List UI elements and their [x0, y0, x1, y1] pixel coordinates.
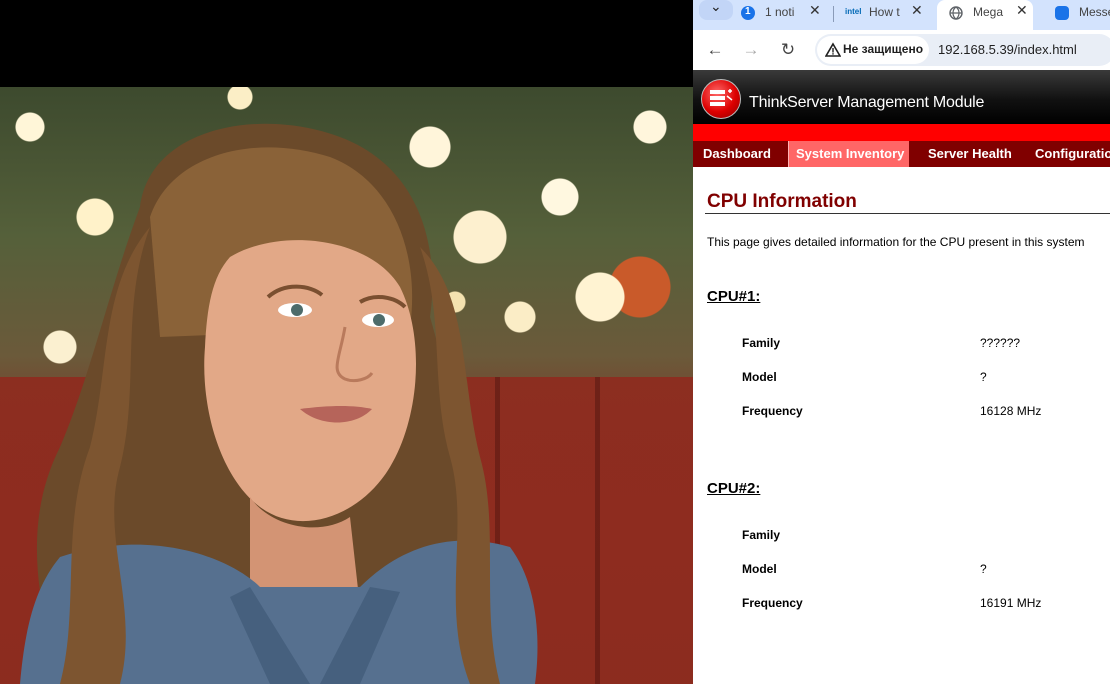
cpu-field-label: Model: [742, 562, 777, 576]
forward-arrow-icon[interactable]: →: [739, 38, 763, 62]
nav-server-health[interactable]: Server Health: [928, 141, 1012, 167]
cpu-field-value: 16191 MHz: [980, 596, 1042, 610]
chat-icon: [1055, 6, 1069, 20]
address-bar[interactable]: Не защищено 192.168.5.39/index.html: [815, 34, 1110, 66]
tab-divider: [833, 6, 834, 22]
tab-label: 1 noti: [765, 5, 795, 19]
intel-icon: intel: [845, 7, 862, 18]
back-arrow-icon[interactable]: ←: [703, 38, 727, 62]
tab-mega[interactable]: Mega ✕: [937, 0, 1033, 30]
tab-search-button[interactable]: ⌄: [699, 0, 733, 20]
cpu-field-label: Family: [742, 528, 781, 542]
app-title: ThinkServer Management Module: [749, 94, 985, 111]
cpu-field-label: Frequency: [742, 596, 803, 610]
reload-icon[interactable]: ↻: [776, 38, 800, 62]
intel-logo-text: intel: [845, 7, 862, 16]
page-content: ThinkServer Management Module Dashboard …: [693, 70, 1110, 684]
chevron-down-icon: ⌄: [710, 0, 722, 14]
app-header: ThinkServer Management Module: [693, 70, 1110, 124]
video-player[interactable]: [0, 0, 693, 684]
cpu-field-label: Frequency: [742, 404, 803, 418]
url-text[interactable]: 192.168.5.39/index.html: [938, 42, 1077, 57]
cpu-heading: CPU#2:: [707, 480, 761, 497]
title-divider: [705, 213, 1110, 214]
cpu-field-value: ??????: [980, 336, 1021, 350]
cpu-field-label: Model: [742, 370, 777, 384]
close-icon[interactable]: ✕: [1016, 2, 1028, 19]
cpu-field-label: Family: [742, 336, 781, 350]
page-title: CPU Information: [707, 191, 857, 212]
tab-intel[interactable]: intel How t ✕: [845, 0, 927, 26]
close-icon[interactable]: ✕: [911, 2, 923, 19]
cpu-field-value: ?: [980, 370, 987, 384]
close-icon[interactable]: ✕: [809, 2, 821, 19]
tab-badge-count: 1: [745, 6, 751, 17]
nav-configuration[interactable]: Configuration: [1035, 141, 1110, 167]
header-accent-bar: [693, 124, 1110, 141]
main-nav: Dashboard System Inventory Server Health…: [693, 141, 1110, 167]
server-logo-icon: [701, 79, 741, 119]
nav-dashboard[interactable]: Dashboard: [703, 141, 771, 167]
tab-notifications[interactable]: 1 1 noti ✕: [741, 0, 823, 26]
globe-icon: [949, 6, 963, 20]
warning-triangle-icon: [825, 42, 841, 57]
notification-badge-icon: 1: [741, 6, 755, 20]
tab-label: How t: [869, 5, 900, 19]
security-status: Не защищено: [843, 42, 924, 56]
tab-label: Mega: [973, 5, 1004, 19]
video-frame[interactable]: [0, 87, 693, 684]
woman-portrait-image: [20, 123, 538, 684]
cpu-heading: CPU#1:: [707, 288, 761, 305]
page-description: This page gives detailed information for…: [707, 235, 1085, 249]
tab-label: Messe: [1079, 5, 1110, 19]
nav-system-inventory[interactable]: System Inventory: [788, 141, 909, 167]
browser-window: ⌄ 1 1 noti ✕ intel How t ✕ Mega ✕ Messe: [693, 0, 1110, 684]
tab-strip: ⌄ 1 1 noti ✕ intel How t ✕ Mega ✕ Messe: [693, 0, 1110, 30]
cpu-field-value: ?: [980, 562, 987, 576]
cpu-field-value: 16128 MHz: [980, 404, 1042, 418]
browser-toolbar: ← → ↻ Не защищено 192.168.5.39/index.htm…: [693, 30, 1110, 70]
tab-messenger[interactable]: Messe: [1043, 0, 1110, 26]
